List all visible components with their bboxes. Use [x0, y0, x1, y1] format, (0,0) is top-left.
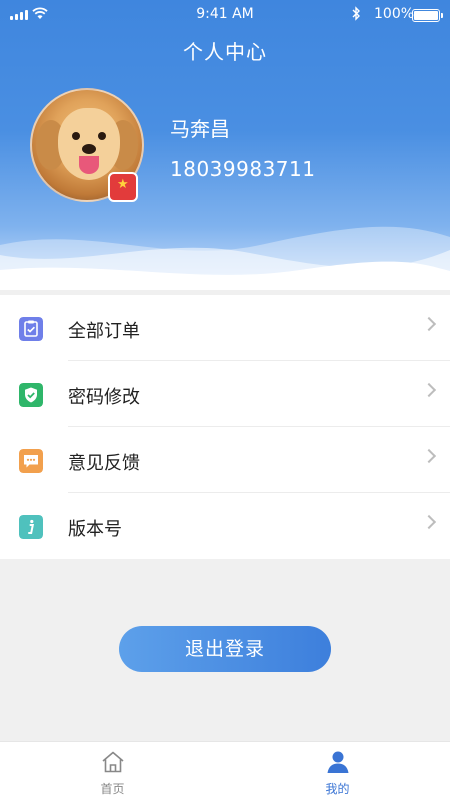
menu-item-feedback[interactable]: 意见反馈 — [0, 427, 450, 493]
user-icon — [327, 751, 349, 773]
chevron-right-icon — [421, 316, 437, 332]
menu-item-change-password[interactable]: 密码修改 — [0, 361, 450, 427]
menu-item-label: 全部订单 — [68, 321, 140, 342]
profile-header: 9:41 AM 100% 个人中心 马奔昌 18039983711 — [0, 0, 450, 290]
tab-home[interactable]: 首页 — [0, 742, 225, 800]
menu-item-label: 版本号 — [68, 519, 122, 540]
menu-item-version[interactable]: 版本号 — [0, 493, 450, 559]
chevron-right-icon — [421, 514, 437, 530]
info-icon — [19, 515, 43, 539]
header-wave-decoration — [0, 226, 450, 290]
message-dots-icon — [19, 449, 43, 473]
user-phone: 18039983711 — [170, 157, 316, 181]
page-title: 个人中心 — [183, 40, 267, 64]
avatar-badge-icon — [108, 172, 138, 202]
status-bar: 9:41 AM 100% — [0, 0, 450, 30]
chevron-right-icon — [421, 448, 437, 464]
tab-mine-label: 我的 — [325, 782, 350, 796]
bluetooth-icon — [352, 6, 361, 25]
clipboard-check-icon — [19, 317, 43, 341]
home-icon — [102, 751, 124, 773]
menu-item-label: 意见反馈 — [68, 453, 140, 474]
chevron-right-icon — [421, 382, 437, 398]
battery-icon — [412, 9, 443, 22]
tab-home-label: 首页 — [100, 782, 125, 796]
bottom-tab-bar: 首页 我的 — [0, 741, 450, 800]
settings-menu: 全部订单 密码修改 意见反馈 版本号 — [0, 295, 450, 559]
tab-mine[interactable]: 我的 — [225, 742, 450, 800]
user-name: 马奔昌 — [170, 117, 230, 141]
shield-check-icon — [19, 383, 43, 407]
menu-item-label: 密码修改 — [68, 387, 140, 408]
battery-percent: 100% — [374, 6, 415, 22]
menu-item-all-orders[interactable]: 全部订单 — [0, 295, 450, 361]
logout-button[interactable]: 退出登录 — [119, 626, 331, 672]
